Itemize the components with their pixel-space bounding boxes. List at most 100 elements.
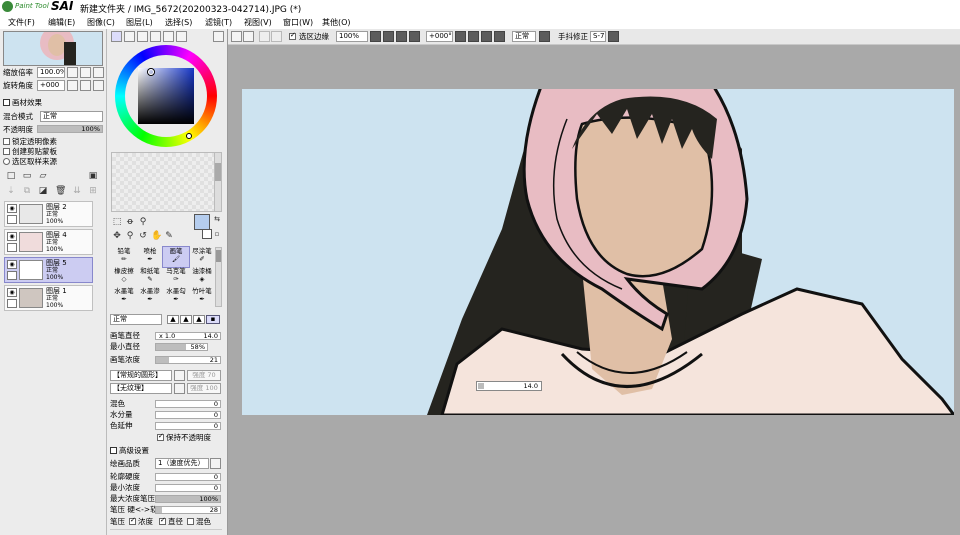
layer-item-5[interactable]: ◉ 图层 5 正常 100%	[4, 257, 93, 283]
zoom-out-button[interactable]	[67, 67, 78, 78]
shape-strength[interactable]: 强度 70	[187, 370, 221, 381]
color-wheel-tab[interactable]	[111, 31, 122, 42]
magic-wand-icon[interactable]: ⚲	[138, 217, 148, 227]
quality-dropdown[interactable]	[210, 458, 221, 469]
select-all-button[interactable]	[231, 31, 242, 42]
quality-select[interactable]: 1（速度优先）	[155, 458, 209, 469]
zoom-icon[interactable]: ⚲	[125, 231, 135, 241]
merge-visible-icon[interactable]: ⇊	[72, 186, 82, 196]
brush-mode-select[interactable]: 正常	[110, 314, 162, 325]
menu-other[interactable]: 其他(O)	[322, 17, 351, 28]
lock-box[interactable]	[7, 299, 17, 308]
scratchpad-scrollbar[interactable]	[214, 152, 222, 212]
deselect-button[interactable]	[243, 31, 254, 42]
tool-marker[interactable]: 马克笔 ✑	[163, 267, 189, 287]
transparent-color-icon[interactable]: ▫	[212, 229, 222, 239]
primary-color-swatch[interactable]	[194, 214, 210, 230]
tool-ink-line[interactable]: 水墨勾 ✒	[163, 287, 189, 307]
zoom-fit-button[interactable]	[409, 31, 420, 42]
rotate-ccw-button[interactable]	[468, 31, 479, 42]
brush-size-slider[interactable]: x 1.0 14.0	[155, 332, 221, 340]
rotate-cw-button[interactable]	[494, 31, 505, 42]
clear-layer-icon[interactable]: ◪	[38, 186, 48, 196]
view-mode-field[interactable]: 正常	[512, 31, 536, 42]
opacity-slider[interactable]: 100%	[37, 125, 103, 133]
min-density-slider[interactable]: 0	[155, 484, 221, 492]
brush-shape-select[interactable]: 【常规的圆形】	[110, 370, 172, 381]
layer-settings-icon[interactable]: ▣	[88, 171, 98, 181]
layer-item-2[interactable]: ◉ 图层 2 正常 100%	[4, 201, 93, 227]
hand-icon[interactable]: ✋	[151, 231, 162, 241]
zoom-dropdown-button[interactable]	[370, 31, 381, 42]
brush-shape-preset-1[interactable]: ▲	[167, 315, 179, 324]
brush-shape-preset-3[interactable]: ▲	[193, 315, 205, 324]
stabilizer-dropdown[interactable]	[608, 31, 619, 42]
navigator-preview[interactable]	[3, 31, 103, 66]
menu-edit[interactable]: 编辑(E)	[48, 17, 75, 28]
eye-icon[interactable]: ◉	[7, 232, 17, 241]
menu-file[interactable]: 文件(F)	[8, 17, 35, 28]
scratchpad-area[interactable]	[111, 152, 215, 212]
new-linework-layer-icon[interactable]: ▭	[22, 171, 32, 181]
canvas[interactable]: 14.0	[242, 89, 954, 415]
selection-edge-checkbox[interactable]	[289, 31, 296, 40]
rect-select-icon[interactable]: ⬚	[112, 217, 122, 227]
workspace[interactable]: 14.0	[228, 45, 960, 535]
tool-airbrush[interactable]: 喷枪 ✒	[137, 247, 163, 267]
saturation-value-square[interactable]	[138, 68, 194, 124]
keep-opacity-checkbox[interactable]	[157, 432, 164, 441]
zoom-minus-button[interactable]	[383, 31, 394, 42]
max-pressure-slider[interactable]: 100%	[155, 495, 221, 503]
persistence-slider[interactable]: 0	[155, 422, 221, 430]
eye-icon[interactable]: ◉	[7, 288, 17, 297]
eye-icon[interactable]: ◉	[7, 204, 17, 213]
eye-icon[interactable]: ◉	[7, 260, 17, 269]
tool-brush[interactable]: 画笔 🖌	[162, 246, 190, 268]
brush-texture-select[interactable]: 【无纹理】	[110, 383, 172, 394]
hsv-slider-tab[interactable]	[137, 31, 148, 42]
min-size-slider[interactable]: 58%	[155, 343, 208, 351]
clipping-checkbox[interactable]	[3, 148, 10, 155]
color-wheel[interactable]	[115, 45, 217, 147]
zoom-selection-button[interactable]	[271, 31, 282, 42]
mixer-tab[interactable]	[176, 31, 187, 42]
pressure-hardness-slider[interactable]: 28	[155, 506, 221, 514]
lock-box[interactable]	[7, 243, 17, 252]
lock-alpha-checkbox[interactable]	[3, 138, 10, 145]
tool-eraser[interactable]: 橡皮擦 ◇	[111, 267, 137, 287]
tool-ink-pen[interactable]: 水墨笔 ✒	[111, 287, 137, 307]
menu-window[interactable]: 窗口(W)	[283, 17, 313, 28]
tool-ink-blur[interactable]: 水墨渗 ✒	[137, 287, 163, 307]
zoom-plus-button[interactable]	[396, 31, 407, 42]
water-slider[interactable]: 0	[155, 411, 221, 419]
move-icon[interactable]: ✥	[112, 231, 122, 241]
sample-source-radio[interactable]	[3, 158, 10, 165]
blend-mode-select[interactable]: 正常	[40, 111, 103, 122]
zoom-field[interactable]: 100.0%	[37, 67, 65, 78]
eyedropper-icon[interactable]: ✎	[164, 231, 174, 241]
new-layer-icon[interactable]: □	[6, 171, 16, 181]
rotate-reset-toolbar-button[interactable]	[481, 31, 492, 42]
menu-image[interactable]: 图像(C)	[87, 17, 115, 28]
menu-layer[interactable]: 图层(L)	[126, 17, 153, 28]
swap-colors-icon[interactable]: ⇆	[212, 214, 222, 224]
brush-shape-preset-4[interactable]: ▪	[206, 315, 220, 324]
menu-select[interactable]: 选择(S)	[165, 17, 192, 28]
pressure-density-checkbox[interactable]	[129, 516, 136, 525]
pressure-size-checkbox[interactable]	[159, 516, 166, 525]
copy-layer-icon[interactable]: ⧉	[22, 186, 32, 196]
new-folder-icon[interactable]: ▱	[38, 171, 48, 181]
advanced-settings-icon[interactable]	[110, 447, 117, 454]
rotate-right-button[interactable]	[80, 80, 91, 91]
brush-shape-preset-2[interactable]: ▲	[180, 315, 192, 324]
menu-filter[interactable]: 滤镜(T)	[205, 17, 232, 28]
invert-selection-button[interactable]	[259, 31, 270, 42]
lock-box[interactable]	[7, 215, 17, 224]
stabilizer-select[interactable]: S-7	[590, 31, 606, 42]
tool-scrollbar[interactable]	[215, 247, 222, 307]
rotate-left-button[interactable]	[67, 80, 78, 91]
rotate-reset-button[interactable]	[93, 80, 104, 91]
tool-fill-brush[interactable]: 尽涂笔 ✐	[189, 247, 215, 267]
edge-hardness-slider[interactable]: 0	[155, 473, 221, 481]
brush-texture-dropdown[interactable]	[174, 383, 185, 394]
